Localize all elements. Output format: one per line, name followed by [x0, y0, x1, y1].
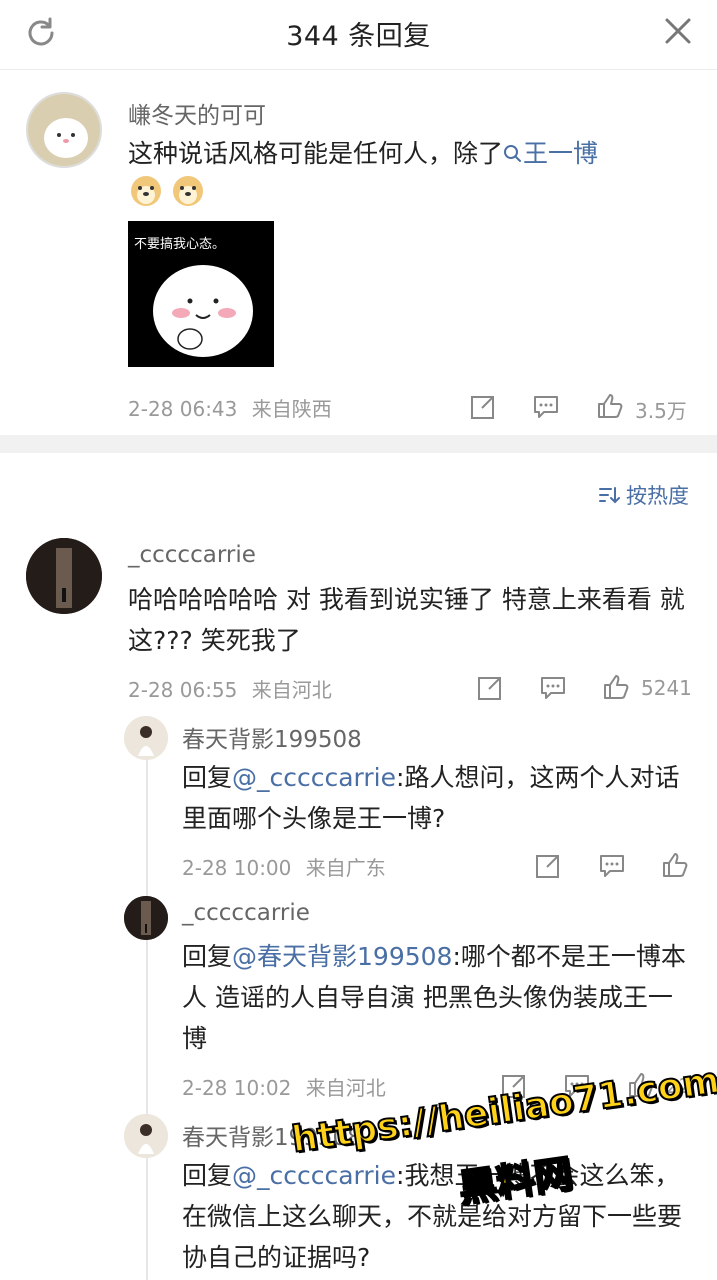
thread-line	[146, 760, 148, 1280]
mention-link[interactable]: @春天背影199508	[232, 942, 452, 971]
comment-icon[interactable]	[531, 392, 561, 422]
reply-prefix: 回复	[182, 1161, 233, 1190]
comment-author[interactable]: _cccccarrie	[128, 542, 256, 568]
comment-time: 2-28 06:55	[128, 678, 238, 702]
topic-link-label: 王一博	[523, 139, 599, 168]
reply-time: 2-28 10:02	[182, 1076, 292, 1100]
reply-meta: 2-28 10:02 来自河北	[182, 1072, 386, 1101]
reply-author[interactable]: _cccccarrie	[182, 900, 310, 926]
avatar[interactable]	[124, 896, 168, 940]
avatar[interactable]	[26, 92, 102, 168]
avatar-face-icon	[28, 94, 100, 166]
sticker-icon	[153, 265, 253, 357]
section-divider	[0, 435, 717, 453]
close-icon[interactable]	[661, 14, 695, 48]
like-count: 3.5万	[635, 399, 687, 423]
emoji-row	[128, 172, 206, 208]
avatar[interactable]	[124, 716, 168, 760]
like-icon[interactable]	[595, 391, 625, 421]
comment-time: 2-28 06:43	[128, 397, 238, 421]
reply-prefix: 回复	[182, 942, 233, 971]
reply-author[interactable]: 春天背影199508	[182, 720, 362, 754]
page-title: 344 条回复	[286, 21, 431, 52]
share-icon[interactable]	[533, 851, 563, 881]
avatar-photo-icon	[26, 538, 102, 614]
reply-text: 回复@_cccccarrie:我想王一博不会这么笨，在微信上这么聊天，不就是给对…	[182, 1155, 697, 1278]
sort-icon	[599, 487, 620, 504]
comment-body: 这种说话风格可能是任何人，除了	[128, 139, 504, 168]
mention-link[interactable]: @_cccccarrie	[232, 1161, 396, 1190]
comment-author[interactable]: 嵰冬天的可可	[128, 96, 266, 130]
doge-emoji-icon	[173, 176, 203, 206]
reply-time: 2-28 10:00	[182, 856, 292, 880]
comment-location: 来自陕西	[251, 397, 332, 421]
comment-image[interactable]: 不要搞我心态。	[128, 221, 274, 367]
header-bar: 344 条回复	[0, 0, 717, 70]
sort-label: 按热度	[626, 484, 689, 508]
share-icon[interactable]	[475, 673, 505, 703]
like-icon[interactable]	[601, 672, 631, 702]
mention-link[interactable]: @_cccccarrie	[232, 763, 396, 792]
avatar-photo-icon	[124, 896, 168, 940]
reply-meta: 2-28 10:00 来自广东	[182, 852, 386, 881]
reply-prefix: 回复	[182, 763, 233, 792]
reply-location: 来自广东	[305, 856, 386, 880]
like-count: 5241	[641, 676, 692, 700]
like-icon[interactable]	[660, 850, 690, 880]
comment-meta: 2-28 06:55 来自河北	[128, 674, 332, 703]
topic-link[interactable]: 王一博	[503, 139, 598, 168]
comment-meta: 2-28 06:43 来自陕西	[128, 393, 332, 422]
comment-icon[interactable]	[597, 851, 627, 881]
reply-text: 回复@_cccccarrie:路人想问，这两个人对话里面哪个头像是王一博?	[182, 757, 697, 839]
avatar[interactable]	[26, 538, 102, 614]
comment-icon[interactable]	[538, 673, 568, 703]
sort-button[interactable]: 按热度	[598, 480, 689, 510]
avatar-photo-icon	[124, 1114, 168, 1158]
comment-text: 这种说话风格可能是任何人，除了 王一博	[128, 133, 688, 174]
comment-location: 来自河北	[251, 678, 332, 702]
avatar-photo-icon	[124, 716, 168, 760]
doge-emoji-icon	[131, 176, 161, 206]
reply-text: 回复@春天背影199508:哪个都不是王一博本人 造谣的人自导自演 把黑色头像伪…	[182, 936, 697, 1059]
avatar[interactable]	[124, 1114, 168, 1158]
share-icon[interactable]	[468, 392, 498, 422]
reply-location: 来自河北	[305, 1076, 386, 1100]
search-icon	[504, 145, 522, 162]
comment-text: 哈哈哈哈哈哈 对 我看到说实锤了 特意上来看看 就这??? 笑死我了	[128, 585, 685, 655]
